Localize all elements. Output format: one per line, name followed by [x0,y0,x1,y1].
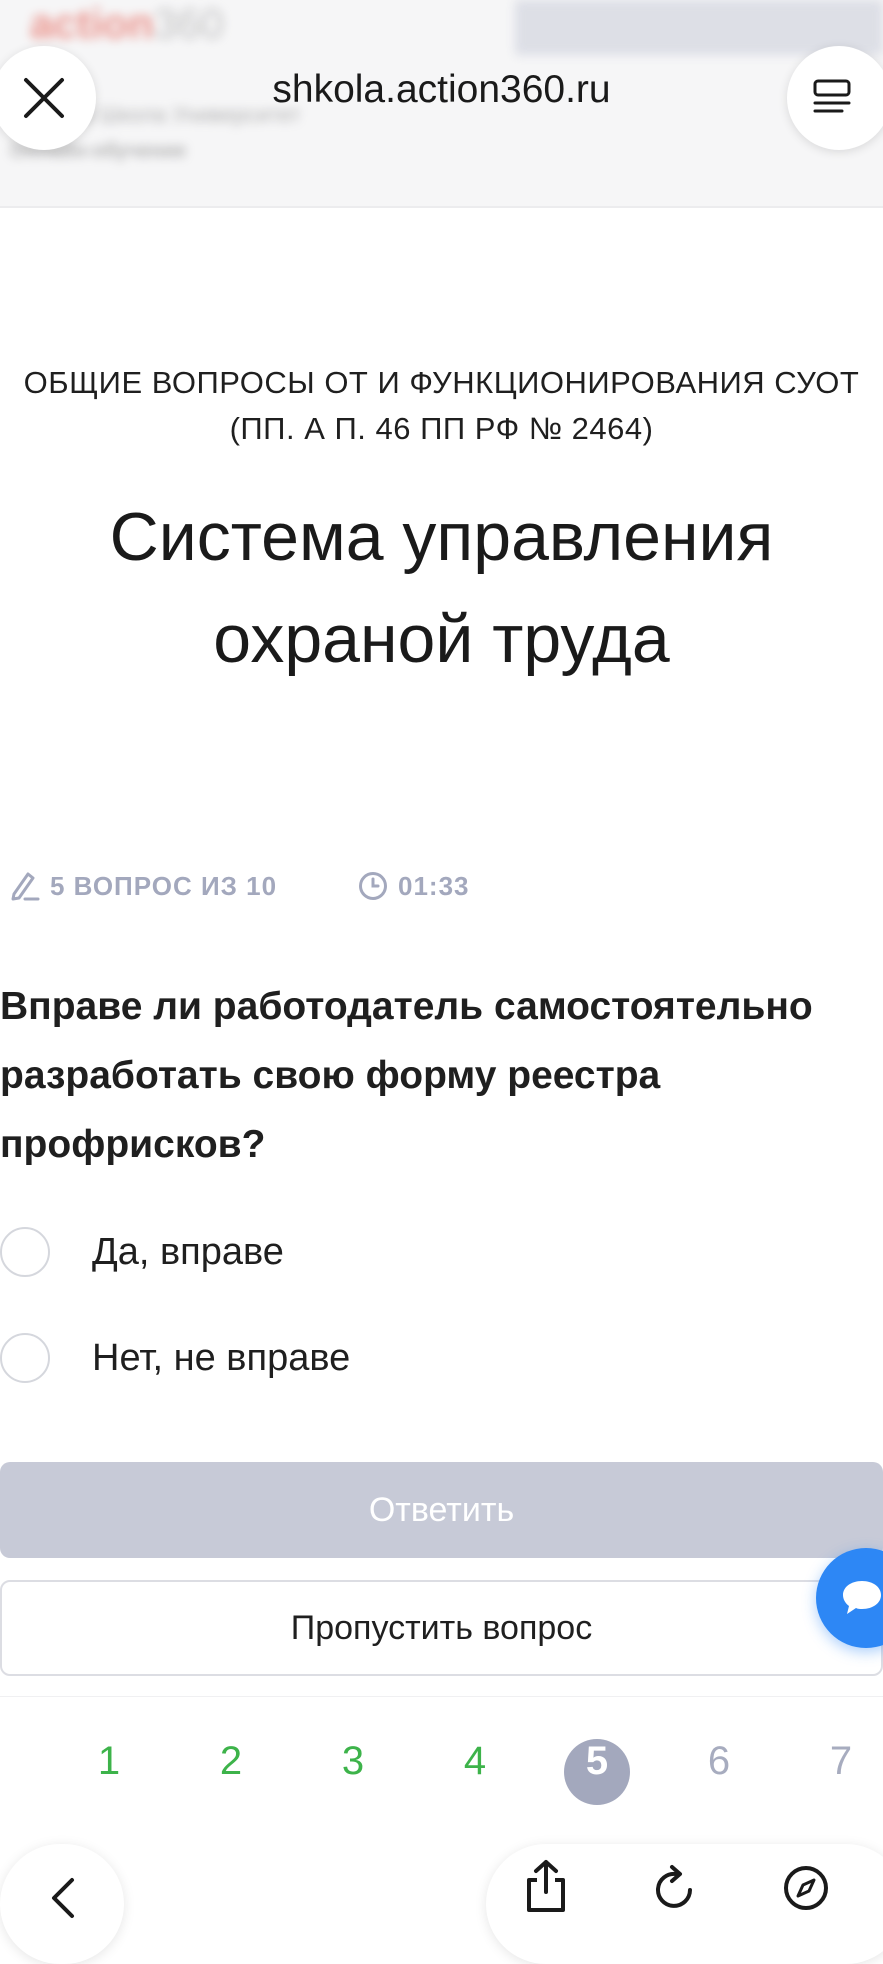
skip-question-button[interactable]: Пропустить вопрос [0,1580,883,1676]
reader-mode-button[interactable] [787,46,883,150]
answer-option-2[interactable]: Нет, не вправе [0,1328,350,1388]
radio-button[interactable] [0,1227,50,1277]
page-number-6[interactable]: 6 [686,1739,752,1805]
answer-option-label: Нет, не вправе [92,1336,351,1379]
question-text: Вправе ли работодатель самостоятельно ра… [0,985,813,1166]
site-logo-main: action [30,0,154,47]
back-button[interactable] [0,1844,124,1964]
share-icon[interactable] [522,1858,570,1914]
page-number-7[interactable]: 7 [808,1739,874,1805]
question-progress: 5 ВОПРОС ИЗ 10 [8,866,277,906]
answer-option-label: Да, вправе [92,1230,284,1273]
page-number-1[interactable]: 1 [76,1739,142,1805]
chevron-left-icon [52,1878,74,1918]
address-bar-url[interactable]: shkola.action360.ru [0,68,883,112]
pencil-icon [11,872,40,901]
quiz-timer: 01:33 [358,866,470,906]
page-number-5[interactable]: 5 [564,1739,630,1805]
page-number-4[interactable]: 4 [442,1739,508,1805]
chat-icon [843,1581,881,1614]
site-logo-suffix: 360 [153,0,224,47]
question-progress-label: 5 ВОПРОС ИЗ 10 [50,870,278,901]
site-logo: action360 [30,0,224,48]
compass-icon[interactable] [782,1864,830,1912]
page-title: Система управления охраной труда [109,499,774,677]
question-pager: 1 2 3 4 5 6 7 [0,1696,883,1827]
quiz-timer-value: 01:33 [398,870,470,901]
page-number-2[interactable]: 2 [198,1739,264,1805]
toolbar-actions [486,1844,883,1964]
answer-option-1[interactable]: Да, вправе [0,1222,284,1282]
browser-toolbar [0,1826,883,1964]
reload-icon[interactable] [652,1864,698,1912]
page-number-3[interactable]: 3 [320,1739,386,1805]
answer-button[interactable]: Ответить [0,1462,883,1558]
radio-button[interactable] [0,1333,50,1383]
course-category: ОБЩИЕ ВОПРОСЫ ОТ И ФУНКЦИОНИРОВАНИЯ СУОТ… [23,365,860,446]
clock-icon [359,872,387,900]
reader-icon [813,79,851,113]
